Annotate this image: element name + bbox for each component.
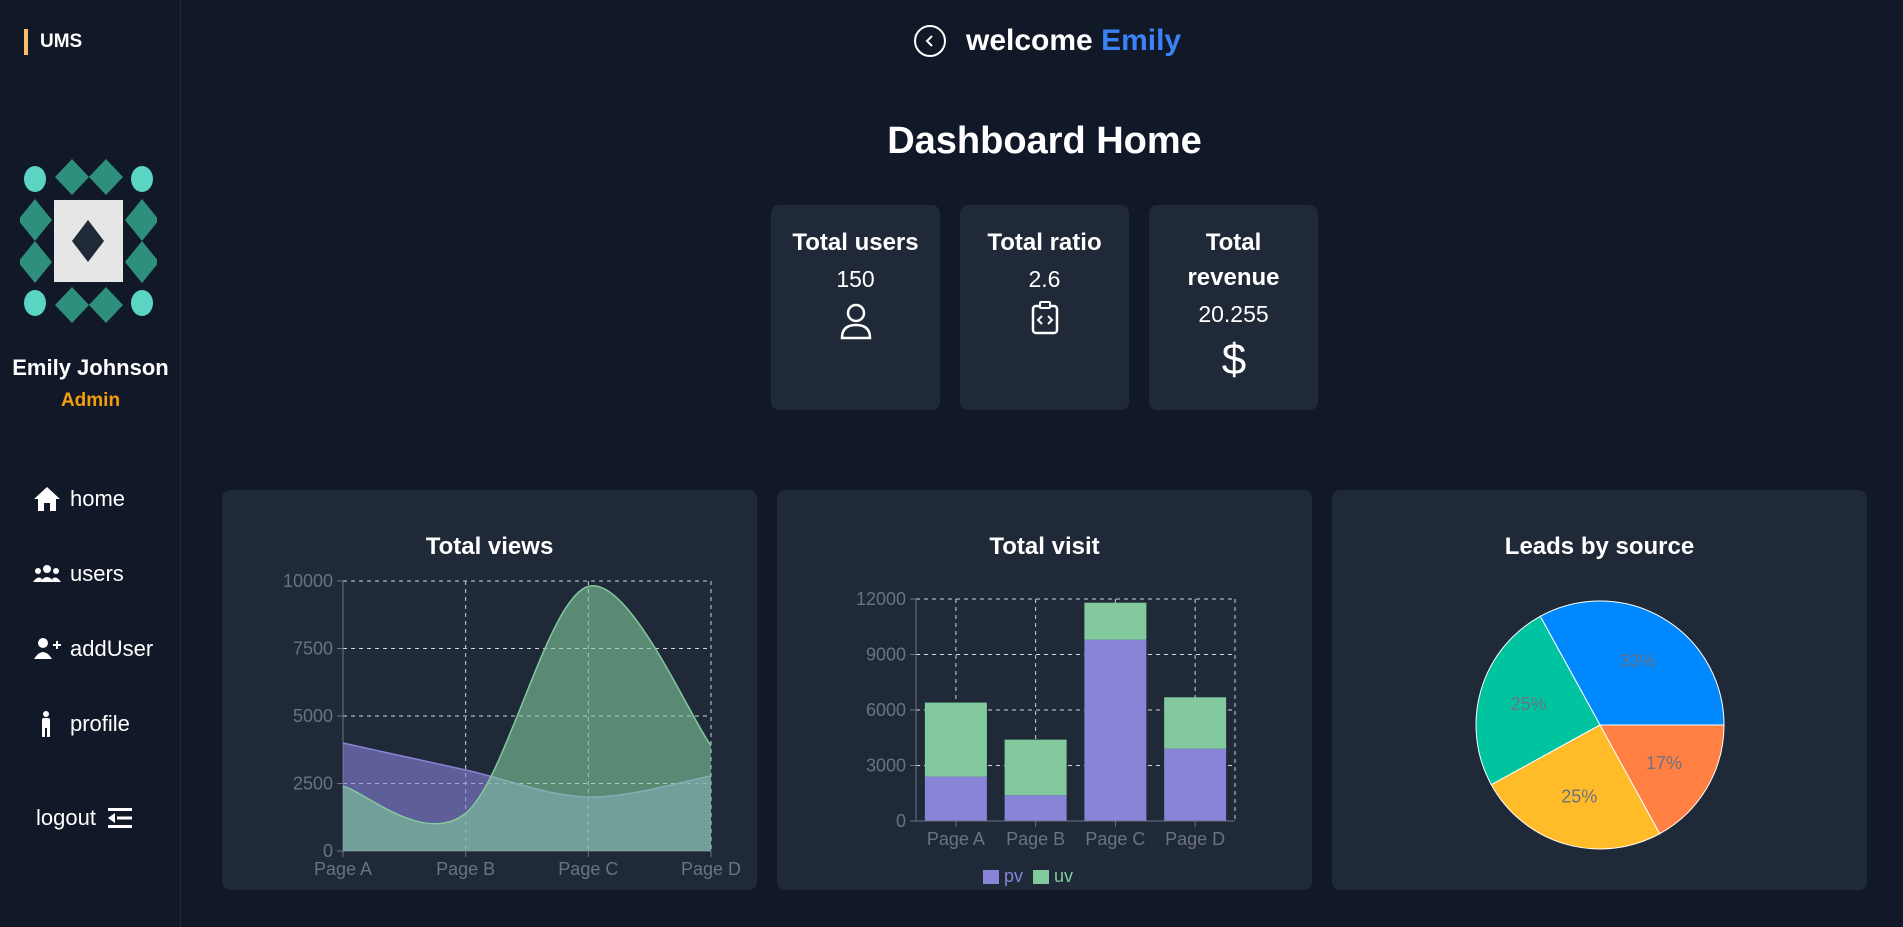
legend-item-pv[interactable]: pv [983, 866, 1023, 887]
bar-uv [1004, 739, 1067, 796]
stat-value: 20.255 [1198, 301, 1269, 327]
pie-label: 17% [1646, 753, 1682, 773]
x-tick-label: Page C [1085, 829, 1145, 849]
legend-swatch [983, 869, 999, 884]
back-button[interactable] [914, 25, 946, 57]
home-icon [34, 487, 60, 511]
chevron-left-icon [925, 35, 933, 47]
area-chart: 0 2500 5000 7500 10000 Page A Page B Page C Page… [283, 571, 741, 879]
nav-item-home[interactable]: home [32, 485, 125, 513]
pie-chart: 33% 25% 25% 17% [1475, 600, 1725, 850]
nav-label-home: home [70, 486, 126, 511]
y-tick-label: 6000 [866, 700, 906, 720]
bar-pv [1084, 639, 1147, 821]
logo-icon [20, 157, 157, 325]
stat-card-revenue: Total revenue 20.255 $ [1149, 205, 1318, 410]
nav-label-adduser: addUser [70, 636, 154, 661]
brand-label: UMS [24, 29, 82, 55]
user-role: Admin [60, 390, 121, 411]
legend-item-uv[interactable]: uv [1033, 866, 1073, 887]
y-tick-label: 10000 [283, 571, 333, 591]
bar-uv [924, 702, 987, 777]
bar-uv [1164, 697, 1227, 749]
legend-label: uv [1054, 866, 1074, 886]
nav-label-users: users [70, 561, 124, 586]
stat-value: 2.6 [1028, 266, 1061, 292]
bar-pv [1164, 748, 1227, 821]
bar-chart-legend: pv uv [983, 866, 1073, 887]
x-tick-label: Page A [314, 859, 372, 879]
y-tick-label: 5000 [293, 706, 333, 726]
nav-item-users[interactable]: users [32, 560, 124, 588]
x-tick-label: Page B [1006, 829, 1065, 849]
welcome-label: welcome [966, 24, 1093, 57]
dollar-icon: $ [1221, 336, 1245, 380]
user-icon [840, 303, 871, 340]
nav-label-profile: profile [70, 711, 130, 736]
bar-uv [1084, 602, 1147, 640]
svg-text:$: $ [1221, 336, 1245, 380]
stat-value: 150 [836, 266, 875, 292]
chart-panel-visit: Total visit 0 3000 6000 9000 12000 Page A Page… [777, 490, 1312, 890]
pie-label: 25% [1561, 786, 1597, 806]
x-tick-label: Page C [558, 859, 618, 879]
logout-icon [107, 808, 132, 828]
logout-label: logout [36, 805, 96, 830]
person-icon [42, 711, 50, 737]
pie-label: 33% [1620, 651, 1656, 671]
stat-title: Total revenue [1187, 229, 1280, 291]
stat-title: Total ratio [987, 229, 1102, 256]
y-tick-label: 0 [323, 841, 333, 861]
topbar: welcome Emily [914, 24, 1181, 58]
y-tick-label: 0 [896, 811, 906, 831]
y-tick-label: 2500 [293, 774, 333, 794]
logout-button[interactable]: logout [36, 805, 134, 831]
clipboard-code-icon [1031, 301, 1058, 335]
chart-panel-leads: Leads by source 33% 25% 25% 17% [1332, 490, 1867, 890]
x-tick-label: Page D [1165, 829, 1225, 849]
y-tick-label: 9000 [866, 645, 906, 665]
page-title: Dashboard Home [887, 120, 1202, 162]
add-user-icon [34, 638, 61, 659]
x-tick-label: Page D [681, 859, 741, 879]
y-tick-label: 7500 [293, 639, 333, 659]
stat-card-users: Total users 150 [771, 205, 940, 410]
stat-card-ratio: Total ratio 2.6 [960, 205, 1129, 410]
user-name: Emily Johnson [12, 355, 169, 380]
legend-label: pv [1004, 866, 1024, 886]
users-icon [33, 565, 61, 582]
x-tick-label: Page A [927, 829, 985, 849]
bar-chart: 0 3000 6000 9000 12000 Page A Page B Page C Page… [856, 589, 1236, 849]
welcome-name: Emily [1101, 24, 1182, 57]
bar-pv [924, 776, 987, 821]
pie-label: 25% [1511, 694, 1547, 714]
stat-title: Total users [792, 229, 919, 256]
chart-panel-views: Total views 0 2500 5000 7500 10000 Page A Page… [222, 490, 757, 890]
nav-item-profile[interactable]: profile [32, 710, 130, 738]
y-tick-label: 12000 [856, 589, 906, 609]
bar-pv [1004, 795, 1067, 821]
nav-item-adduser[interactable]: addUser [32, 635, 153, 663]
legend-swatch [1033, 869, 1050, 884]
x-tick-label: Page B [436, 859, 495, 879]
welcome-text: welcome Emily [966, 24, 1181, 58]
y-tick-label: 3000 [866, 756, 906, 776]
